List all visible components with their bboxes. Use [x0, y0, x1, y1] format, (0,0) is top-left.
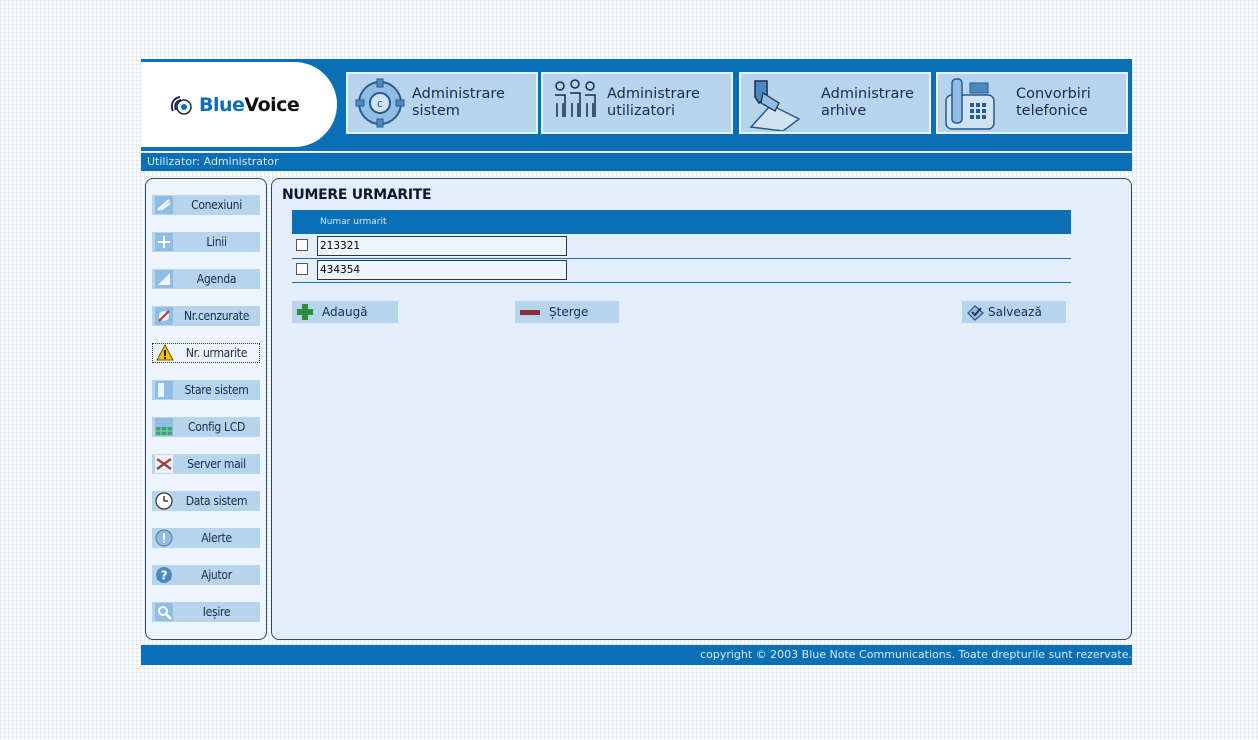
- column-header-numar-urmarit: Numar urmarit: [320, 217, 387, 227]
- nav-administrare-utilizatori[interactable]: Administrare utilizatori: [541, 72, 733, 134]
- sidebar-item-config-lcd[interactable]: Config LCD: [152, 417, 260, 437]
- connection-icon: [155, 196, 173, 214]
- phone-icon: [945, 78, 995, 130]
- nav-administrare-arhive[interactable]: Administrare arhive: [739, 72, 931, 134]
- gear-icon: c: [355, 78, 405, 128]
- warning-icon: [156, 344, 174, 361]
- brand-name: BlueVoice: [199, 93, 300, 116]
- alert-icon: [155, 529, 173, 547]
- bluevoice-logo-icon: [170, 95, 192, 115]
- svg-text:c: c: [377, 97, 383, 110]
- sidebar: Conexiuni Linii Agenda Nr.cenzurate Nr. …: [145, 178, 267, 640]
- sidebar-item-stare-sistem[interactable]: Stare sistem: [152, 380, 260, 400]
- save-icon: [967, 305, 984, 321]
- save-button-label: Salvează: [988, 305, 1042, 319]
- sidebar-item-label: Nr. urmarite: [185, 346, 248, 360]
- app-window: BlueVoice c Administrare sistem Administ…: [141, 59, 1132, 665]
- logo: BlueVoice: [141, 62, 337, 147]
- nav-administrare-sistem[interactable]: c Administrare sistem: [346, 72, 538, 134]
- row-checkbox[interactable]: [296, 239, 308, 251]
- table-row: [292, 235, 1071, 259]
- delete-button[interactable]: Șterge: [515, 301, 619, 323]
- add-button[interactable]: Adaugă: [292, 301, 398, 323]
- row-checkbox[interactable]: [296, 263, 308, 275]
- mail-icon: [155, 455, 173, 473]
- nav-convorbiri-telefonice[interactable]: Convorbiri telefonice: [936, 72, 1128, 134]
- brand-name-part1: Blue: [199, 93, 245, 116]
- header-bar: BlueVoice c Administrare sistem Administ…: [141, 59, 1132, 151]
- nav-label: Administrare utilizatori: [607, 86, 700, 119]
- nav-label: Administrare arhive: [821, 86, 914, 119]
- user-bar: Utilizator: Administrator: [141, 153, 1132, 171]
- sidebar-item-label: Stare sistem: [184, 383, 249, 397]
- sidebar-item-label: Linii: [206, 235, 227, 249]
- status-icon: [155, 381, 173, 399]
- users-icon: [555, 79, 596, 117]
- sidebar-item-label: Server mail: [187, 457, 246, 471]
- plus-icon: [297, 304, 313, 320]
- censored-icon: [155, 307, 173, 325]
- sidebar-item-label: Data sistem: [185, 494, 248, 508]
- sidebar-item-agenda[interactable]: Agenda: [152, 269, 260, 289]
- sidebar-item-label: Ajutor: [201, 568, 232, 582]
- minus-icon: [520, 310, 540, 315]
- exit-icon: [155, 603, 173, 621]
- sidebar-item-linii[interactable]: Linii: [152, 232, 260, 252]
- clock-icon: [155, 492, 173, 510]
- sidebar-item-label: Conexiuni: [191, 198, 242, 212]
- nav-label: Administrare sistem: [412, 86, 505, 119]
- sidebar-item-conexiuni[interactable]: Conexiuni: [152, 195, 260, 215]
- add-button-label: Adaugă: [322, 305, 368, 319]
- brand-name-part2: Voice: [244, 93, 300, 116]
- nav-label: Convorbiri telefonice: [1016, 86, 1091, 119]
- sidebar-item-alerte[interactable]: Alerte: [152, 528, 260, 548]
- sidebar-item-nr-cenzurate[interactable]: Nr.cenzurate: [152, 306, 260, 326]
- help-icon: ?: [156, 567, 172, 583]
- svg-text:?: ?: [161, 569, 168, 583]
- sidebar-item-ajutor[interactable]: ? Ajutor: [152, 565, 260, 585]
- agenda-icon: [155, 270, 173, 288]
- main-panel: NUMERE URMARITE Numar urmarit Adaugă Ște…: [271, 178, 1132, 640]
- number-input[interactable]: [317, 236, 567, 256]
- number-input[interactable]: [317, 260, 567, 280]
- page-title: NUMERE URMARITE: [282, 187, 432, 203]
- sidebar-item-label: Config LCD: [188, 420, 245, 434]
- sidebar-item-label: Ieșire: [202, 605, 231, 619]
- table-header: Numar urmarit: [292, 210, 1071, 234]
- save-button[interactable]: Salvează: [962, 301, 1066, 323]
- sidebar-item-nr-urmarite[interactable]: Nr. urmarite: [152, 343, 260, 363]
- sidebar-item-iesire[interactable]: Ieșire: [152, 602, 260, 622]
- delete-button-label: Șterge: [549, 305, 589, 319]
- archive-icon: [749, 80, 801, 131]
- sidebar-item-data-sistem[interactable]: Data sistem: [152, 491, 260, 511]
- footer: copyright © 2003 Blue Note Communication…: [141, 645, 1132, 665]
- sidebar-item-label: Agenda: [196, 272, 237, 286]
- sidebar-item-label: Alerte: [201, 531, 232, 545]
- lines-icon: [155, 233, 173, 251]
- sidebar-item-server-mail[interactable]: Server mail: [152, 454, 260, 474]
- table-row: [292, 259, 1071, 283]
- lcd-icon: [155, 418, 173, 436]
- sidebar-item-label: Nr.cenzurate: [183, 309, 250, 323]
